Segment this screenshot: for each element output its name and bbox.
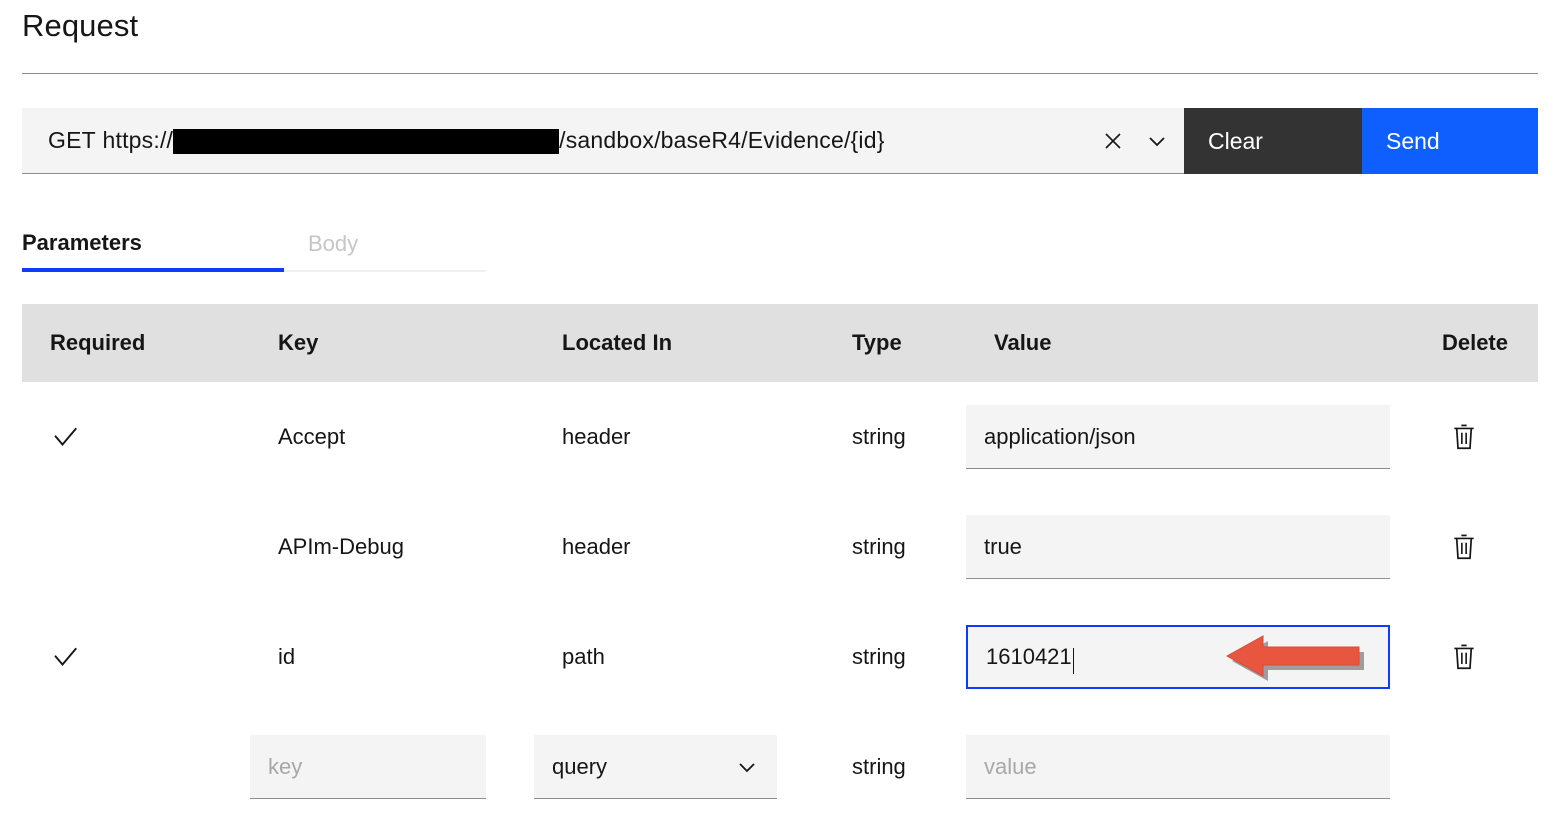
- value-cell: 1610421: [966, 625, 1390, 689]
- delete-cell: [1390, 532, 1538, 562]
- key-cell: APIm-Debug: [278, 534, 404, 559]
- located-in-cell: header: [562, 534, 631, 559]
- type-cell: string: [852, 424, 906, 449]
- key-cell: id: [278, 644, 296, 669]
- trash-icon[interactable]: [1451, 642, 1477, 672]
- url-bar-icons: [1100, 108, 1170, 173]
- table-header-row: Required Key Located In Type Value Delet…: [22, 304, 1538, 382]
- url-method-scheme: GET https://: [48, 127, 174, 153]
- clear-button[interactable]: Clear: [1184, 108, 1362, 174]
- request-tabs: Parameters Body: [22, 218, 486, 272]
- close-icon[interactable]: [1100, 128, 1126, 154]
- key-cell: key: [250, 735, 534, 799]
- redaction-bar: [173, 129, 560, 154]
- column-header-delete: Delete: [1441, 330, 1508, 355]
- table-row: id path string 1610421: [22, 602, 1538, 712]
- value-cell: application/json: [966, 405, 1390, 469]
- column-header-value: Value: [994, 330, 1052, 355]
- delete-cell: [1390, 422, 1538, 452]
- check-icon: [54, 647, 77, 666]
- chevron-down-icon[interactable]: [1144, 128, 1170, 154]
- new-value-input[interactable]: value: [966, 735, 1390, 799]
- url-path: /sandbox/baseR4/Evidence/{id}: [559, 127, 885, 153]
- required-cell: [22, 422, 250, 452]
- type-cell: string: [852, 534, 906, 559]
- value-cell: true: [966, 515, 1390, 579]
- table-row: APIm-Debug header string true: [22, 492, 1538, 602]
- id-value-text: 1610421: [986, 644, 1072, 669]
- located-in-cell: path: [562, 644, 605, 669]
- column-header-required: Required: [50, 330, 146, 355]
- value-input[interactable]: application/json: [966, 405, 1390, 469]
- parameters-table: Required Key Located In Type Value Delet…: [22, 304, 1538, 822]
- key-cell: Accept: [278, 424, 346, 449]
- located-in-cell: query: [534, 735, 824, 799]
- new-key-input[interactable]: key: [250, 735, 486, 799]
- column-header-located-in: Located In: [562, 330, 673, 355]
- trash-icon[interactable]: [1451, 422, 1477, 452]
- located-in-selected-value: query: [552, 753, 608, 779]
- located-in-cell: header: [562, 424, 631, 449]
- request-panel: Request GET https:// /sandbox/baseR4/Evid…: [0, 0, 1560, 825]
- url-bar: GET https:// /sandbox/baseR4/Evidence/{id…: [22, 108, 1538, 174]
- table-row: Accept header string application/json: [22, 382, 1538, 492]
- url-text: GET https:// /sandbox/baseR4/Evidence/{id…: [48, 127, 885, 154]
- page-title: Request: [22, 8, 139, 43]
- delete-cell: [1390, 642, 1538, 672]
- text-cursor: [1072, 648, 1074, 674]
- column-header-key: Key: [278, 330, 319, 355]
- chevron-down-icon: [739, 762, 755, 772]
- id-value-input[interactable]: 1610421: [966, 625, 1390, 689]
- type-cell: string: [852, 754, 906, 779]
- url-input[interactable]: GET https:// /sandbox/baseR4/Evidence/{id…: [22, 108, 1184, 174]
- title-divider: [22, 73, 1538, 74]
- send-button[interactable]: Send: [1362, 108, 1538, 174]
- value-cell: value: [966, 735, 1390, 799]
- type-cell: string: [852, 644, 906, 669]
- column-header-type: Type: [852, 330, 902, 355]
- located-in-select[interactable]: query: [534, 735, 777, 799]
- value-input[interactable]: true: [966, 515, 1390, 579]
- table-row-new: key query string value: [22, 712, 1538, 822]
- check-icon: [54, 427, 77, 446]
- trash-icon[interactable]: [1451, 532, 1477, 562]
- tab-body[interactable]: Body: [284, 218, 486, 272]
- required-cell: [22, 642, 250, 672]
- tab-parameters[interactable]: Parameters: [22, 218, 284, 272]
